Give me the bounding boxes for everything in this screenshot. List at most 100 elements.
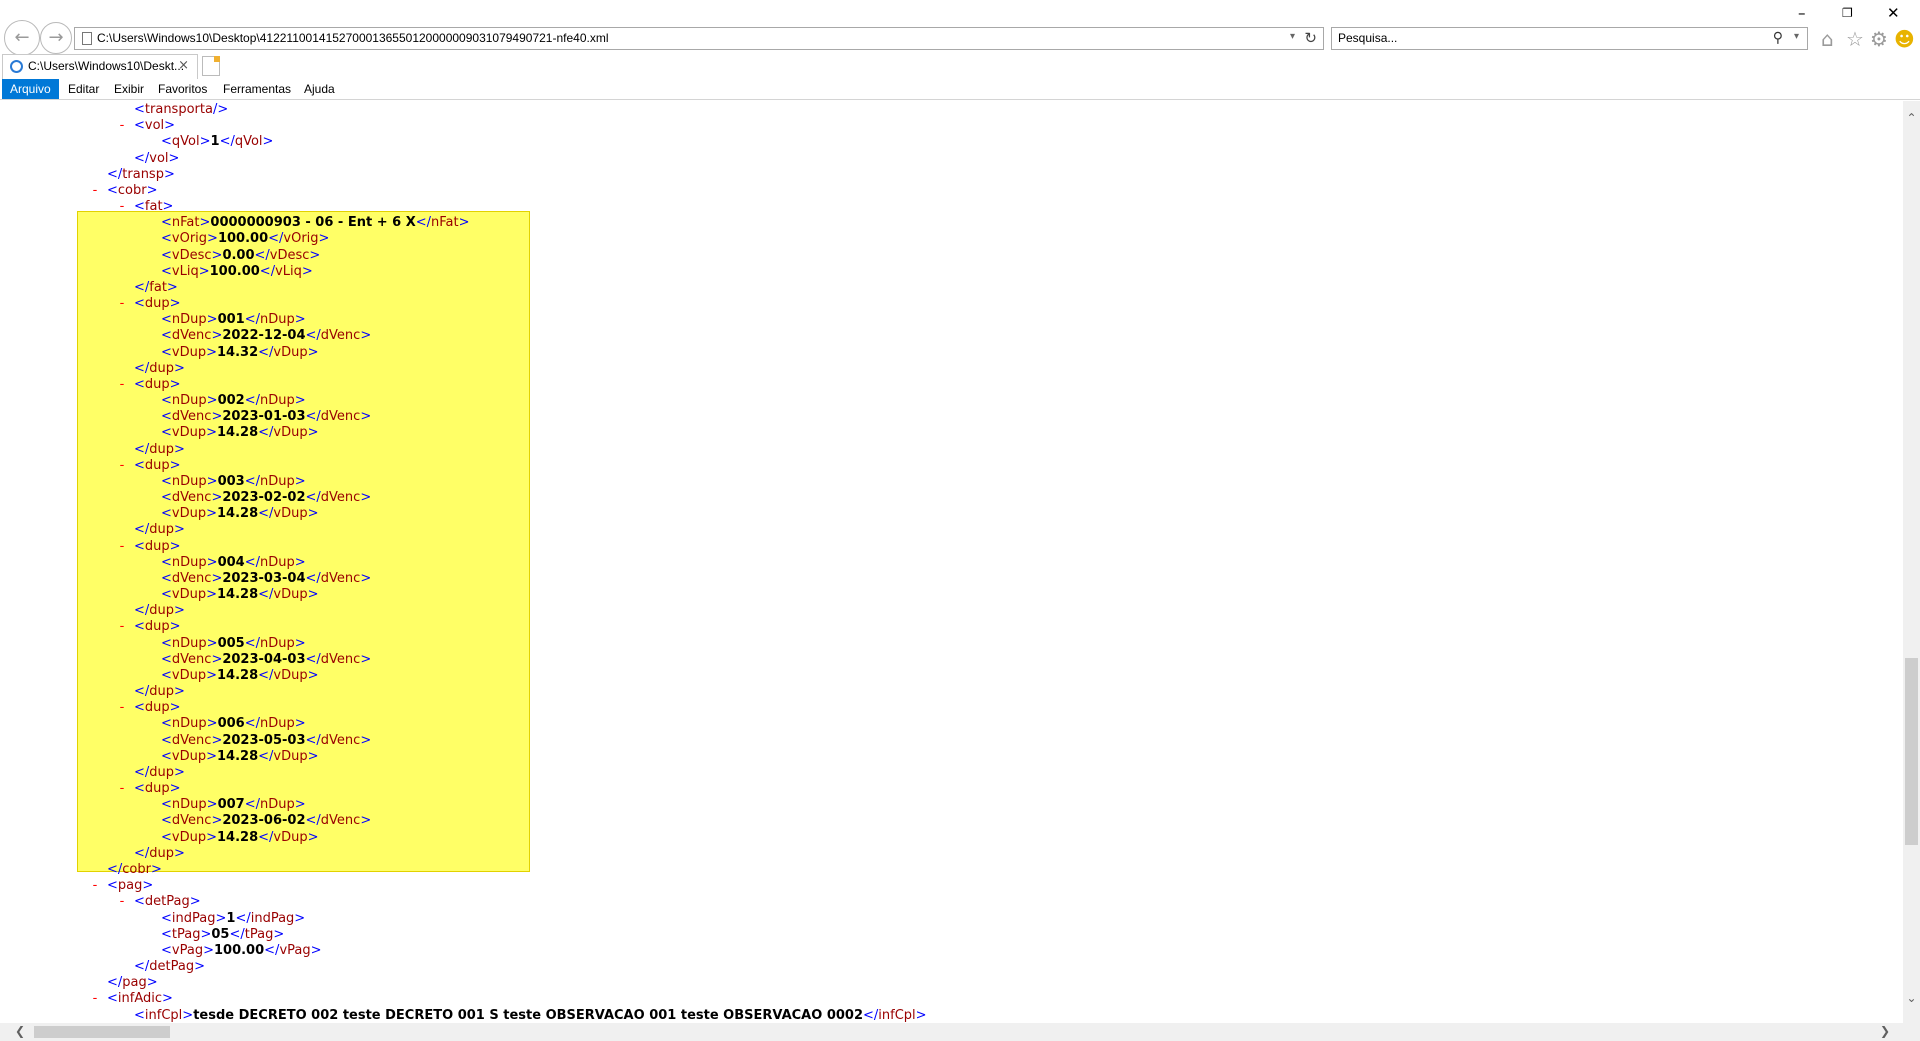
address-url[interactable]: C:\Users\Windows10\Desktop\4122110014152… (97, 31, 609, 45)
collapse-toggle[interactable]: - (116, 539, 128, 555)
xml-tag-name: dVenc (171, 651, 212, 667)
xml-value: 05 (211, 926, 230, 942)
collapse-toggle[interactable]: - (116, 619, 128, 635)
collapse-toggle[interactable]: - (116, 296, 128, 312)
xml-value: 14.28 (217, 587, 259, 603)
collapse-toggle[interactable]: - (116, 458, 128, 474)
xml-tag-name: dup (149, 764, 175, 780)
xml-tag-name: fat (144, 199, 163, 215)
xml-bracket: > (162, 199, 174, 215)
vertical-scrollbar[interactable]: ⌃ ⌄ (1903, 101, 1920, 1023)
xml-line: <dup> (134, 781, 181, 797)
xml-bracket: </ (134, 441, 150, 457)
scroll-left-arrow-icon[interactable]: ❮ (15, 1024, 25, 1038)
vertical-scroll-thumb[interactable] (1905, 658, 1918, 845)
xml-line: </fat> (134, 280, 178, 296)
forward-arrow-icon[interactable]: → (40, 22, 72, 54)
close-icon[interactable]: ✕ (1887, 4, 1900, 22)
collapse-toggle[interactable]: - (116, 700, 128, 716)
collapse-toggle[interactable]: - (116, 118, 128, 134)
xml-bracket: > (211, 651, 223, 667)
xml-tag-name: qVol (171, 134, 200, 150)
xml-value: 14.28 (217, 667, 259, 683)
xml-tag-name: nFat (431, 215, 459, 231)
tab-active[interactable]: C:\Users\Windows10\Deskt... × (2, 54, 198, 79)
xml-bracket: > (199, 215, 211, 231)
xml-tag-name: vLiq (275, 263, 302, 279)
xml-tag-name: transp (122, 166, 164, 182)
smiley-feedback-icon[interactable]: ☻ (1894, 27, 1915, 51)
collapse-toggle[interactable]: - (89, 878, 101, 894)
menu-exibir[interactable]: Exibir (106, 79, 152, 99)
xml-bracket: < (134, 199, 145, 215)
xml-value: 0.00 (222, 247, 255, 263)
scroll-down-arrow-icon[interactable]: ⌄ (1903, 991, 1920, 1005)
collapse-toggle[interactable]: - (116, 781, 128, 797)
menu-ferramentas[interactable]: Ferramentas (215, 79, 299, 99)
menu-favoritos[interactable]: Favoritos (150, 79, 215, 99)
xml-line: <dup> (134, 700, 181, 716)
xml-tag-name: nDup (259, 635, 295, 651)
xml-bracket: > (211, 328, 223, 344)
xml-value: 1 (210, 134, 220, 150)
xml-tag-name: nDup (259, 716, 295, 732)
new-tab-button[interactable] (202, 56, 220, 76)
search-icon[interactable]: ⚲ (1773, 30, 1783, 46)
favorites-star-icon[interactable]: ☆ (1846, 27, 1864, 51)
chevron-down-icon[interactable]: ▾ (1290, 31, 1295, 42)
xml-bracket: </ (258, 587, 274, 603)
xml-bracket: > (294, 716, 306, 732)
xml-bracket: > (294, 473, 306, 489)
xml-line: <dup> (134, 377, 181, 393)
xml-value: 004 (217, 554, 245, 570)
home-icon[interactable]: ⌂ (1821, 27, 1834, 51)
xml-bracket: </ (305, 490, 321, 506)
xml-bracket: < (161, 425, 172, 441)
xml-line: <dVenc>2023-02-02</dVenc> (161, 490, 371, 506)
xml-value: 2022-12-04 (222, 328, 306, 344)
back-arrow-icon[interactable]: ← (4, 20, 40, 56)
xml-tag-name: nDup (259, 473, 295, 489)
restore-icon[interactable]: ❐ (1842, 6, 1853, 20)
xml-bracket: > (174, 764, 185, 780)
collapse-toggle[interactable]: - (116, 199, 128, 215)
refresh-icon[interactable]: ↻ (1304, 29, 1317, 47)
xml-tag-name: vol (149, 150, 169, 166)
xml-tag-name: nDup (259, 393, 295, 409)
xml-tag-name: nDup (171, 716, 207, 732)
tab-close-icon[interactable]: × (178, 58, 189, 73)
address-bar[interactable]: C:\Users\Windows10\Desktop\4122110014152… (74, 27, 1324, 50)
search-input[interactable] (1338, 31, 1738, 45)
xml-bracket: > (294, 635, 306, 651)
xml-line: <vDup>14.28</vDup> (161, 749, 319, 765)
collapse-toggle[interactable]: - (116, 894, 128, 910)
scroll-right-arrow-icon[interactable]: ❯ (1880, 1024, 1890, 1038)
xml-bracket: > (360, 813, 372, 829)
xml-value: 100.00 (213, 942, 265, 958)
xml-document-view: <transporta/> - <vol> <qVol>1</qVol> </vol> <… (0, 101, 1903, 1023)
menu-arquivo[interactable]: Arquivo (2, 79, 59, 99)
xml-bracket: > (206, 716, 218, 732)
gear-icon[interactable]: ⚙ (1870, 27, 1888, 51)
xml-tag-name: dup (144, 619, 170, 635)
xml-bracket: > (294, 797, 306, 813)
xml-bracket: > (169, 538, 181, 554)
search-box[interactable]: ⚲ ▾ (1331, 27, 1808, 50)
xml-bracket: < (161, 247, 172, 263)
horizontal-scroll-thumb[interactable] (34, 1026, 170, 1038)
collapse-toggle[interactable]: - (116, 377, 128, 393)
xml-tag-name: dVenc (171, 813, 212, 829)
menu-editar[interactable]: Editar (60, 79, 107, 99)
collapse-toggle[interactable]: - (89, 183, 101, 199)
xml-bracket: < (161, 635, 172, 651)
xml-line: <vDup>14.28</vDup> (161, 830, 319, 846)
xml-tag-name: transporta (144, 102, 213, 117)
scroll-up-arrow-icon[interactable]: ⌃ (1903, 111, 1920, 125)
minimize-icon[interactable]: – (1798, 4, 1806, 22)
xml-bracket: > (360, 651, 372, 667)
horizontal-scrollbar[interactable]: ❮ ❯ (0, 1023, 1903, 1041)
menu-ajuda[interactable]: Ajuda (296, 79, 343, 99)
collapse-toggle[interactable]: - (89, 991, 101, 1007)
search-dropdown-icon[interactable]: ▾ (1794, 31, 1799, 42)
xml-tag-name: dup (149, 845, 175, 861)
